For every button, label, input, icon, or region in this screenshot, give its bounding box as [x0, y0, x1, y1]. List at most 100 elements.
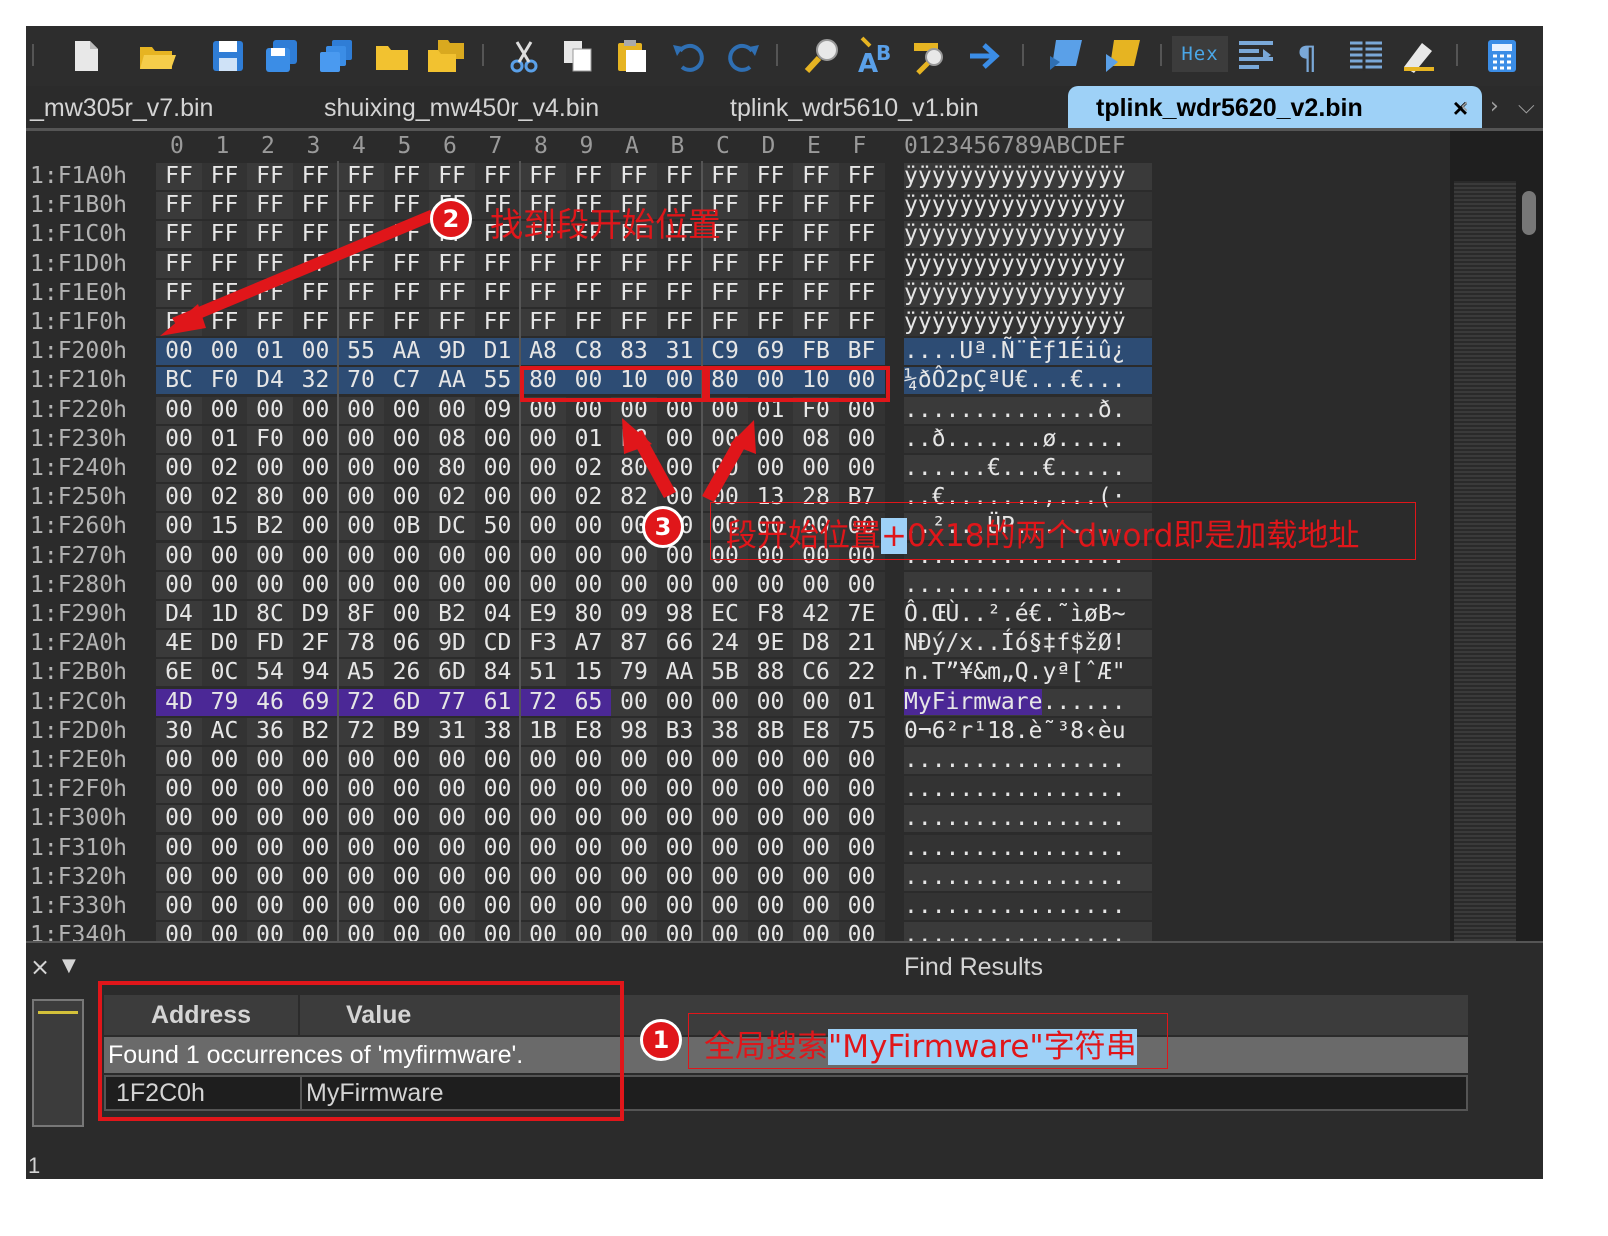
hex-byte[interactable]: 00	[292, 455, 339, 482]
hex-byte[interactable]: 00	[838, 805, 885, 833]
hex-byte[interactable]: 00	[520, 513, 566, 541]
hex-byte[interactable]: FF	[793, 192, 839, 220]
hex-byte[interactable]: 00	[429, 922, 475, 941]
hex-byte[interactable]: 00	[201, 834, 248, 862]
hex-byte[interactable]: 00	[793, 834, 839, 862]
hex-byte[interactable]: FF	[565, 163, 612, 190]
hex-byte[interactable]: 00	[474, 863, 521, 891]
hex-byte[interactable]: 80	[429, 455, 475, 482]
hex-byte[interactable]: FF	[838, 309, 885, 336]
hex-byte[interactable]: 87	[611, 630, 657, 658]
hex-byte[interactable]: 00	[429, 542, 475, 570]
hex-byte[interactable]: A5	[338, 659, 384, 687]
hex-byte[interactable]: 22	[838, 659, 885, 687]
hex-byte[interactable]: FF	[838, 163, 885, 190]
hex-byte[interactable]: 00	[338, 863, 384, 891]
hex-byte[interactable]: CD	[474, 630, 521, 658]
hex-byte[interactable]: 00	[156, 834, 202, 862]
hex-byte[interactable]: 00	[520, 922, 566, 941]
hex-byte[interactable]: 00	[838, 834, 885, 862]
hex-byte[interactable]: 00	[838, 863, 885, 891]
hex-byte[interactable]: 24	[702, 630, 748, 658]
hex-byte[interactable]: 00	[247, 805, 293, 833]
hex-byte[interactable]: 65	[565, 688, 612, 716]
hex-byte[interactable]: 00	[383, 834, 430, 862]
hex-byte[interactable]: 00	[611, 776, 657, 804]
hex-byte[interactable]: 00	[747, 571, 794, 599]
ascii-text[interactable]: ................	[904, 922, 1152, 941]
ascii-text[interactable]: ................	[904, 834, 1152, 862]
hex-byte[interactable]: FF	[656, 279, 703, 307]
hex-byte[interactable]: 00	[702, 747, 748, 774]
hex-byte[interactable]: 00	[611, 747, 657, 774]
hex-byte[interactable]: 69	[292, 688, 339, 716]
hex-byte[interactable]: 00	[656, 776, 703, 804]
hex-byte[interactable]: 77	[429, 688, 475, 716]
hex-byte[interactable]: 00	[429, 805, 475, 833]
new-file-icon[interactable]	[66, 36, 106, 76]
ascii-text[interactable]: ÿÿÿÿÿÿÿÿÿÿÿÿÿÿÿÿ	[904, 279, 1152, 307]
hex-byte[interactable]: 00	[247, 455, 293, 482]
hex-byte[interactable]: 00	[338, 776, 384, 804]
hex-byte[interactable]: 00	[656, 863, 703, 891]
hex-byte[interactable]: 55	[474, 367, 521, 395]
hex-byte[interactable]: F8	[747, 601, 794, 628]
hex-byte[interactable]: FF	[247, 192, 293, 220]
close-icon[interactable]: ×	[30, 953, 50, 981]
hex-byte[interactable]: FF	[656, 250, 703, 278]
hex-byte[interactable]: 38	[474, 717, 521, 745]
hex-byte[interactable]: 00	[383, 893, 430, 920]
hex-byte[interactable]: E8	[565, 717, 612, 745]
hex-byte[interactable]: 00	[838, 922, 885, 941]
hex-byte[interactable]: 55	[338, 338, 384, 366]
hex-byte[interactable]: C7	[383, 367, 430, 395]
hex-byte[interactable]: 00	[793, 688, 839, 716]
hex-byte[interactable]: D4	[156, 601, 202, 628]
hex-byte[interactable]: 15	[565, 659, 612, 687]
hex-byte[interactable]: 02	[565, 484, 612, 512]
hex-byte[interactable]: 00	[611, 805, 657, 833]
hex-byte[interactable]: FF	[838, 192, 885, 220]
hex-byte[interactable]: 00	[247, 863, 293, 891]
hex-byte[interactable]: 00	[702, 776, 748, 804]
hex-byte[interactable]: 00	[565, 747, 612, 774]
hex-byte[interactable]: 00	[793, 571, 839, 599]
hex-byte[interactable]: 00	[383, 776, 430, 804]
hex-byte[interactable]: B2	[429, 601, 475, 628]
hex-byte[interactable]: FF	[201, 279, 248, 307]
replace-icon[interactable]: AB	[856, 36, 896, 76]
hex-byte[interactable]: 50	[474, 513, 521, 541]
hex-byte[interactable]: 00	[383, 747, 430, 774]
hex-byte[interactable]: 4E	[156, 630, 202, 658]
find-in-files-icon[interactable]	[910, 36, 950, 76]
hex-byte[interactable]: 00	[247, 396, 293, 424]
hex-byte[interactable]: 00	[565, 513, 612, 541]
column-icon[interactable]	[1236, 36, 1276, 76]
hex-byte[interactable]: 00	[292, 834, 339, 862]
ascii-text[interactable]: NÐý/x..Íó§‡f$žØ!	[904, 630, 1152, 658]
hex-byte[interactable]: FF	[156, 221, 202, 249]
hex-byte[interactable]: B3	[656, 717, 703, 745]
hex-byte[interactable]: 00	[838, 776, 885, 804]
hex-byte[interactable]: 00	[520, 455, 566, 482]
hex-byte[interactable]: FF	[338, 221, 384, 249]
tab-next-icon[interactable]: ›	[1490, 94, 1499, 119]
hex-byte[interactable]: 00	[338, 747, 384, 774]
hex-byte[interactable]: FF	[702, 250, 748, 278]
hex-byte[interactable]: 00	[747, 893, 794, 920]
hex-byte[interactable]: 80	[611, 455, 657, 482]
hex-byte[interactable]: E9	[520, 601, 566, 628]
goto-icon[interactable]	[966, 36, 1006, 76]
hex-byte[interactable]: AA	[383, 338, 430, 366]
hex-byte[interactable]: FF	[201, 221, 248, 249]
hex-byte[interactable]: F0	[201, 367, 248, 395]
hex-byte[interactable]: FF	[747, 221, 794, 249]
ascii-text[interactable]: ......€...€.....	[904, 455, 1152, 482]
list-icon[interactable]	[1346, 36, 1386, 76]
hex-byte[interactable]: 75	[838, 717, 885, 745]
hex-byte[interactable]: FF	[565, 250, 612, 278]
hex-byte[interactable]: 00	[474, 747, 521, 774]
chevron-down-icon[interactable]: ▼	[62, 955, 76, 976]
hex-byte[interactable]: 30	[156, 717, 202, 745]
hex-byte[interactable]: 6D	[383, 688, 430, 716]
